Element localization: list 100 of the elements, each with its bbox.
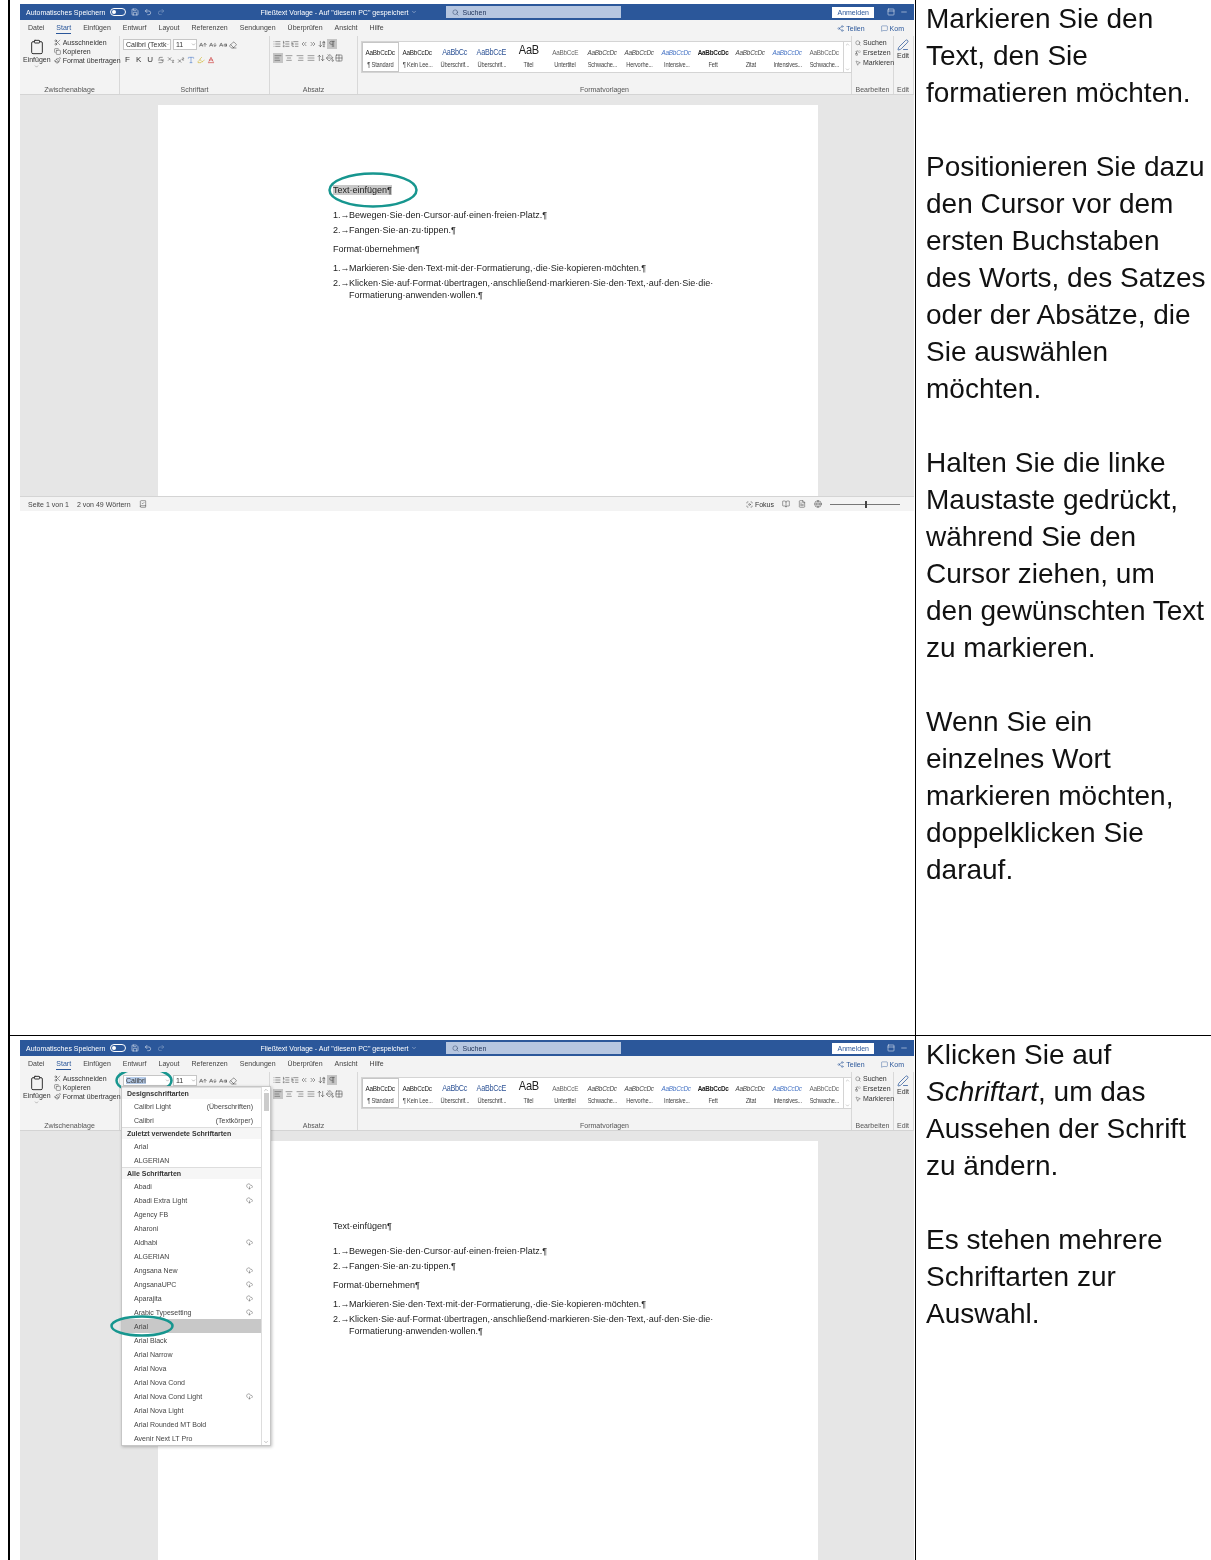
highlighter-icon[interactable]: [197, 55, 205, 64]
save-icon[interactable]: [131, 1044, 140, 1052]
pointer-icon: [855, 1095, 861, 1102]
dropdown-scrollbar[interactable]: [261, 1087, 270, 1445]
ribbon-display-icon[interactable]: [887, 1044, 895, 1052]
increase-indent-icon[interactable]: [309, 1076, 317, 1084]
align-left-icon[interactable]: [273, 53, 283, 63]
scissors-icon: [53, 39, 61, 46]
format-toggle[interactable]: F: [123, 55, 132, 64]
align-right-icon[interactable]: [295, 1089, 305, 1099]
list-number: 1.→: [333, 1298, 349, 1310]
minimize-icon[interactable]: [900, 8, 908, 16]
scroll-thumb[interactable]: [263, 1093, 269, 1111]
sort-icon[interactable]: [318, 1076, 326, 1084]
subscript-icon[interactable]: [167, 55, 175, 64]
superscript-icon[interactable]: [177, 55, 185, 64]
pen-icon: [897, 1075, 910, 1087]
save-icon[interactable]: [131, 8, 140, 16]
bullet-list-icon[interactable]: [273, 1076, 281, 1084]
show-marks-button[interactable]: [327, 1075, 337, 1085]
change-case-icon[interactable]: [219, 40, 227, 49]
show-marks-button[interactable]: [327, 39, 337, 49]
share-icon: [837, 1060, 845, 1068]
list-item-text: Bewegen·Sie·den·Cursor·auf·einen·freien·Platz.¶: [349, 209, 548, 221]
list-item-text: Fangen·Sie·an·zu·tippen.¶: [349, 224, 457, 236]
align-right-icon[interactable]: [295, 53, 305, 63]
line-spacing-icon[interactable]: [317, 54, 325, 62]
paintbrush-icon: [53, 57, 61, 64]
sort-icon[interactable]: [318, 40, 326, 48]
read-mode-icon[interactable]: [782, 500, 790, 508]
align-justify-icon[interactable]: [306, 1089, 316, 1099]
list-item-text: Bewegen·Sie·den·Cursor·auf·einen·freien·Platz.¶: [349, 1245, 548, 1257]
proofing-icon[interactable]: [138, 500, 147, 508]
list-item-text: Fangen·Sie·an·zu·tippen.¶: [349, 1260, 457, 1272]
multilevel-list-icon[interactable]: [291, 40, 299, 48]
minimize-icon[interactable]: [900, 1044, 908, 1052]
numbered-list-icon[interactable]: [282, 1076, 290, 1084]
list-item-text: Markieren·Sie·den·Text·mit·der·Formatierung,·die·Sie·kopieren·möchten.¶: [349, 262, 648, 274]
search-icon: [451, 1044, 459, 1052]
bullet-list-icon[interactable]: [273, 40, 281, 48]
cloud-download-icon: [246, 1266, 253, 1274]
decrease-indent-icon[interactable]: [300, 40, 308, 48]
instruction-text: Halten Sie die linke Maustaste gedrückt, während Sie den Cursor ziehen, um den gewünschten Text zu markieren.: [926, 446, 1206, 665]
list-item-text: Klicken·Sie·auf·Format·übertragen,·anschließend·markieren·Sie·den·Text,·auf·den·Sie·die·Formatierung·anwenden·wollen.¶: [349, 1313, 715, 1337]
shading-icon[interactable]: [326, 1090, 334, 1098]
clear-formatting-icon[interactable]: [229, 1076, 237, 1085]
ribbon-display-icon[interactable]: [887, 8, 895, 16]
numbered-list-icon[interactable]: [282, 40, 290, 48]
list-number: 2.→: [333, 1313, 349, 1326]
cloud-download-icon: [246, 1182, 253, 1190]
multilevel-list-icon[interactable]: [291, 1076, 299, 1084]
undo-icon[interactable]: [144, 8, 153, 16]
list-number: 2.→: [333, 1260, 349, 1272]
cloud-download-icon: [246, 1280, 253, 1288]
print-layout-icon[interactable]: [798, 500, 806, 508]
list-item-text: Klicken·Sie·auf·Format·übertragen,·anschließend·markieren·Sie·den·Text,·auf·den·Sie·die·Formatierung·anwenden·wollen.¶: [349, 277, 715, 301]
cloud-download-icon: [246, 1196, 253, 1204]
borders-icon[interactable]: [335, 1090, 343, 1098]
text-effects-icon[interactable]: [187, 55, 195, 64]
align-center-icon[interactable]: [284, 53, 294, 63]
scroll-up-icon[interactable]: [263, 1087, 269, 1093]
strikethrough-icon[interactable]: [157, 55, 165, 64]
list-number: 2.→: [333, 277, 349, 290]
copy-icon: [53, 1084, 61, 1091]
shrink-font-icon[interactable]: [209, 1076, 217, 1085]
redo-icon[interactable]: [157, 8, 166, 16]
shrink-font-icon[interactable]: [209, 40, 217, 49]
list-number: 1.→: [333, 1245, 349, 1257]
copy-icon: [53, 48, 61, 55]
scroll-down-icon[interactable]: [263, 1439, 269, 1445]
replace-icon: [855, 49, 861, 56]
clipboard-icon: [28, 1075, 45, 1091]
font-color-icon[interactable]: [207, 55, 215, 64]
borders-icon[interactable]: [335, 54, 343, 62]
increase-indent-icon[interactable]: [309, 40, 317, 48]
replace-icon: [855, 1085, 861, 1092]
format-toggle[interactable]: K: [133, 55, 144, 64]
document-heading: Format·übernehmen¶: [333, 244, 420, 254]
redo-icon[interactable]: [157, 1044, 166, 1052]
list-number: 1.→: [333, 209, 349, 221]
line-spacing-icon[interactable]: [317, 1090, 325, 1098]
align-center-icon[interactable]: [284, 1089, 294, 1099]
web-layout-icon[interactable]: [814, 500, 822, 508]
document-heading: Text·einfügen¶: [333, 1221, 392, 1231]
search-icon: [451, 8, 459, 16]
paintbrush-icon: [53, 1093, 61, 1100]
share-icon: [837, 24, 845, 32]
format-toggle[interactable]: U: [145, 55, 155, 64]
undo-icon[interactable]: [144, 1044, 153, 1052]
clear-formatting-icon[interactable]: [229, 40, 237, 49]
decrease-indent-icon[interactable]: [300, 1076, 308, 1084]
align-left-icon[interactable]: [273, 1089, 283, 1099]
search-icon: [855, 1075, 861, 1082]
change-case-icon[interactable]: [219, 1076, 227, 1085]
instruction-text: Klicken Sie auf Schriftart, um das Aussehen der Schrift zu ändern.: [926, 1038, 1187, 1183]
instruction-text: Es stehen mehrere Schriftarten zur Auswahl.: [926, 1223, 1164, 1331]
shading-icon[interactable]: [326, 54, 334, 62]
grow-font-icon[interactable]: [199, 1076, 207, 1085]
align-justify-icon[interactable]: [306, 53, 316, 63]
grow-font-icon[interactable]: [199, 40, 207, 49]
